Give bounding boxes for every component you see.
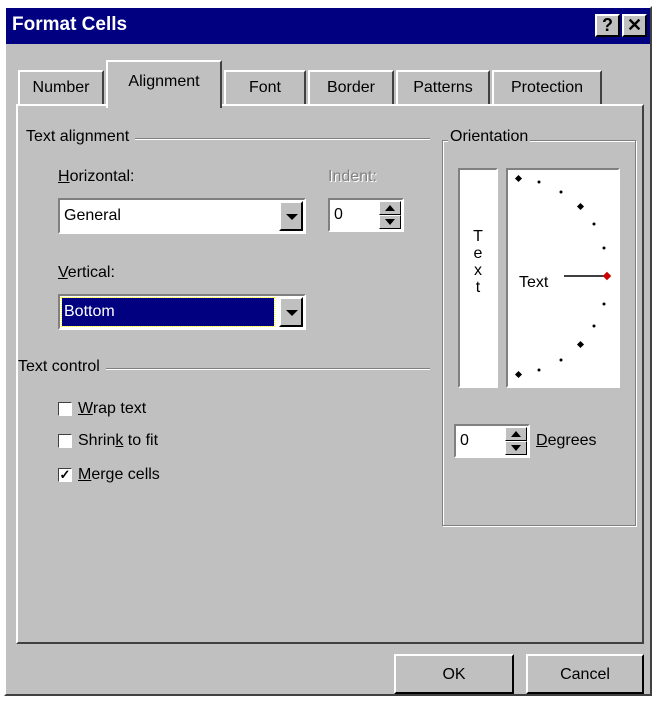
shrink-to-fit-check[interactable]: [58, 434, 72, 448]
dial-dot: [537, 180, 541, 184]
tab-patterns[interactable]: Patterns: [396, 70, 490, 106]
indent-value: 0: [334, 206, 343, 223]
vertical-label-text: ertical:: [67, 264, 115, 281]
spin-down-icon: [511, 445, 521, 451]
degrees-accelerator: D: [536, 432, 548, 449]
dial-dot: [559, 190, 563, 194]
dial-dot: [537, 368, 541, 372]
horizontal-label-accelerator: H: [58, 168, 70, 185]
spin-down-icon: [385, 219, 395, 225]
degrees-spinner[interactable]: 0: [454, 424, 530, 458]
dial-dot: [602, 302, 606, 306]
cancel-label: Cancel: [560, 666, 610, 683]
merge-cells-check[interactable]: ✓: [58, 468, 72, 482]
chevron-down-icon: [286, 310, 298, 316]
dial-marker: [576, 340, 585, 349]
merge-accelerator: M: [78, 466, 92, 483]
tab-number[interactable]: Number: [18, 70, 104, 106]
degrees-spin-up-button[interactable]: [505, 427, 527, 441]
wrap-text-accelerator: W: [78, 400, 93, 417]
orientation-dial[interactable]: Text: [506, 168, 620, 388]
horizontal-label: Horizontal:: [58, 168, 134, 186]
horizontal-dropdown[interactable]: General: [58, 198, 306, 234]
vertical-dropdown[interactable]: Bottom: [58, 294, 306, 330]
wrap-text-check[interactable]: [58, 402, 72, 416]
dialog-title: Format Cells: [12, 14, 128, 35]
close-button[interactable]: ✕: [622, 14, 647, 37]
horizontal-value: General: [64, 207, 121, 224]
chevron-down-icon: [286, 214, 298, 220]
dial-dot: [592, 222, 596, 226]
text-control-group-label: Text control: [18, 358, 106, 376]
vertical-dropdown-button[interactable]: [279, 297, 303, 327]
dial-marker: [514, 174, 523, 183]
vertical-label: Vertical:: [58, 264, 115, 282]
tab-protection[interactable]: Protection: [492, 70, 602, 106]
ok-label: OK: [442, 666, 466, 683]
title-bar[interactable]: Format Cells ? ✕: [6, 8, 650, 44]
dial-marker: [576, 202, 585, 211]
cancel-button[interactable]: Cancel: [526, 654, 644, 694]
spin-up-icon: [511, 431, 521, 437]
wrap-text-label: Wrap text: [78, 400, 146, 418]
indent-spin-down-button[interactable]: [379, 215, 401, 229]
dial-dot: [592, 324, 596, 328]
horizontal-dropdown-button[interactable]: [279, 201, 303, 231]
degrees-value: 0: [460, 432, 469, 449]
indent-spin-up-button[interactable]: [379, 201, 401, 215]
indent-label: Indent:: [328, 168, 377, 185]
shrink-label-pre: Shrin: [78, 432, 116, 449]
ok-button[interactable]: OK: [394, 654, 514, 694]
tab-border[interactable]: Border: [308, 70, 394, 106]
tab-alignment[interactable]: Alignment: [106, 60, 222, 108]
text-alignment-group-label: Text alignment: [26, 128, 136, 146]
dial-text-sample: Text: [519, 274, 549, 291]
tab-font[interactable]: Font: [224, 70, 306, 106]
horizontal-label-text: orizontal:: [69, 168, 135, 185]
degrees-label: Degrees: [536, 432, 596, 450]
vertical-text-button[interactable]: T e x t: [458, 168, 498, 388]
vertical-text-sample: T e x t: [460, 228, 496, 296]
vertical-value: Bottom: [64, 303, 115, 320]
dial-dot: [602, 246, 606, 250]
vertical-letter: t: [475, 279, 481, 296]
spin-up-icon: [385, 205, 395, 211]
dial-handle[interactable]: [602, 271, 612, 281]
vertical-letter: e: [473, 245, 483, 262]
orientation-group-label: Orientation: [448, 128, 531, 146]
dial-marker: [514, 370, 523, 379]
vertical-label-accelerator: V: [58, 264, 68, 281]
merge-cells-label: Merge cells: [78, 466, 160, 484]
merge-label-post: erge cells: [91, 466, 160, 483]
help-button[interactable]: ?: [595, 14, 620, 37]
shrink-label-post: to fit: [123, 432, 159, 449]
format-cells-dialog: Format Cells ? ✕ Number Alignment Font B…: [4, 6, 652, 696]
wrap-text-label-post: rap text: [92, 400, 147, 417]
vertical-letter: x: [474, 262, 482, 279]
degrees-label-text: egrees: [547, 432, 597, 449]
shrink-to-fit-label: Shrink to fit: [78, 432, 158, 450]
dial-dot: [559, 358, 563, 362]
indent-spinner[interactable]: 0: [328, 198, 404, 232]
degrees-spin-down-button[interactable]: [505, 441, 527, 455]
vertical-letter: T: [473, 228, 483, 245]
